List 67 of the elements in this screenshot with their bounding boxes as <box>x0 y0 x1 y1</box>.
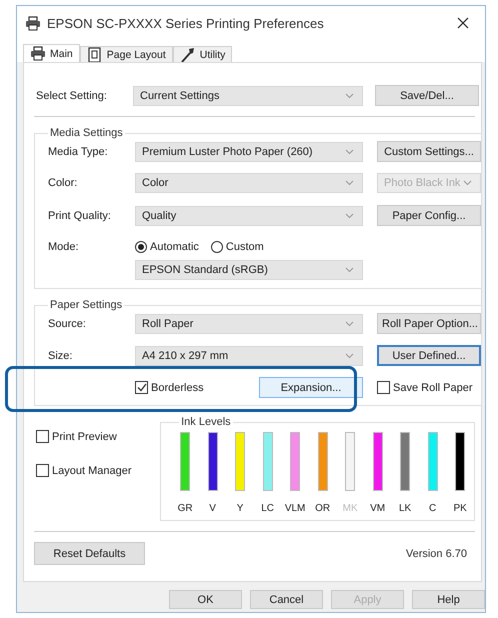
ink-label: VLM <box>284 503 306 514</box>
version-text: Version 6.70 <box>406 548 467 560</box>
checkbox-label: Print Preview <box>52 430 117 442</box>
ink-label: MK <box>342 503 358 514</box>
wrench-icon <box>180 46 196 62</box>
dropdown[interactable]: EPSON Standard (sRGB) <box>135 260 363 280</box>
field-label: Select Setting: <box>36 90 108 102</box>
checkbox[interactable] <box>36 464 49 477</box>
radio-button[interactable] <box>210 241 223 253</box>
ink-label: C <box>428 503 436 514</box>
chevron-down-icon <box>345 148 354 154</box>
button[interactable]: Help <box>412 590 485 609</box>
close-icon <box>457 17 469 29</box>
checkbox[interactable] <box>377 381 390 394</box>
chevron-down-icon <box>345 180 354 186</box>
checkbox-label: Borderless <box>151 382 204 394</box>
field-label: Size: <box>48 350 74 362</box>
ink-label: V <box>209 503 216 514</box>
checkbox[interactable] <box>135 381 148 394</box>
chevron-down-icon <box>345 352 354 358</box>
checkbox-label: Layout Manager <box>52 464 132 476</box>
group-title: Media Settings <box>49 127 124 139</box>
chevron-down-icon <box>463 180 472 186</box>
chevron-down-icon <box>345 92 354 98</box>
ink-label: OR <box>315 503 330 514</box>
checkmark-icon <box>136 383 146 392</box>
chevron-down-icon <box>345 212 354 218</box>
field-label: Print Quality: <box>48 210 112 222</box>
button[interactable]: Roll Paper Option... <box>377 313 481 334</box>
ink-label: PK <box>453 503 467 514</box>
dropdown[interactable]: Premium Luster Photo Paper (260) <box>135 142 363 162</box>
button[interactable]: Reset Defaults <box>34 542 145 565</box>
dropdown[interactable]: Current Settings <box>133 86 363 106</box>
button[interactable]: Expansion... <box>259 377 363 398</box>
tab[interactable]: Utility <box>172 46 232 62</box>
ink-label: Y <box>236 503 244 514</box>
radio-label: Automatic <box>150 241 199 253</box>
radio-button[interactable] <box>135 241 147 253</box>
button[interactable]: Custom Settings... <box>377 141 481 162</box>
ink-label: LC <box>261 503 274 514</box>
ink-label: LK <box>399 503 412 514</box>
group-title: Ink Levels <box>180 416 232 428</box>
dropdown[interactable]: A4 210 x 297 mm <box>135 346 363 366</box>
ink-label: GR <box>178 503 193 514</box>
field-label: Mode: <box>48 241 80 253</box>
button[interactable]: User Defined... <box>377 345 481 366</box>
checkbox-label: Save Roll Paper <box>393 382 472 394</box>
group-title: Paper Settings <box>49 299 124 311</box>
tab[interactable]: Page Layout <box>80 46 173 62</box>
field-label: Media Type: <box>48 146 109 158</box>
window-title: EPSON SC-PXXXX Series Printing Preferences <box>47 16 325 30</box>
radio-label: Custom <box>226 241 264 253</box>
dropdown[interactable]: Color <box>135 173 363 193</box>
button[interactable]: Paper Config... <box>377 205 481 226</box>
field-label: Source: <box>48 318 87 330</box>
dropdown[interactable]: Quality <box>135 206 363 226</box>
chevron-down-icon <box>345 320 354 326</box>
checkbox[interactable] <box>36 430 49 443</box>
chevron-down-icon <box>345 267 354 273</box>
tab[interactable]: Main <box>23 44 80 62</box>
field-label: Color: <box>48 177 78 189</box>
button[interactable]: Cancel <box>250 590 323 609</box>
button[interactable]: OK <box>169 590 242 609</box>
printer-icon <box>25 16 41 30</box>
dropdown[interactable]: Roll Paper <box>135 314 363 334</box>
ink-label: VM <box>370 503 386 514</box>
button[interactable]: Save/Del... <box>375 85 479 106</box>
